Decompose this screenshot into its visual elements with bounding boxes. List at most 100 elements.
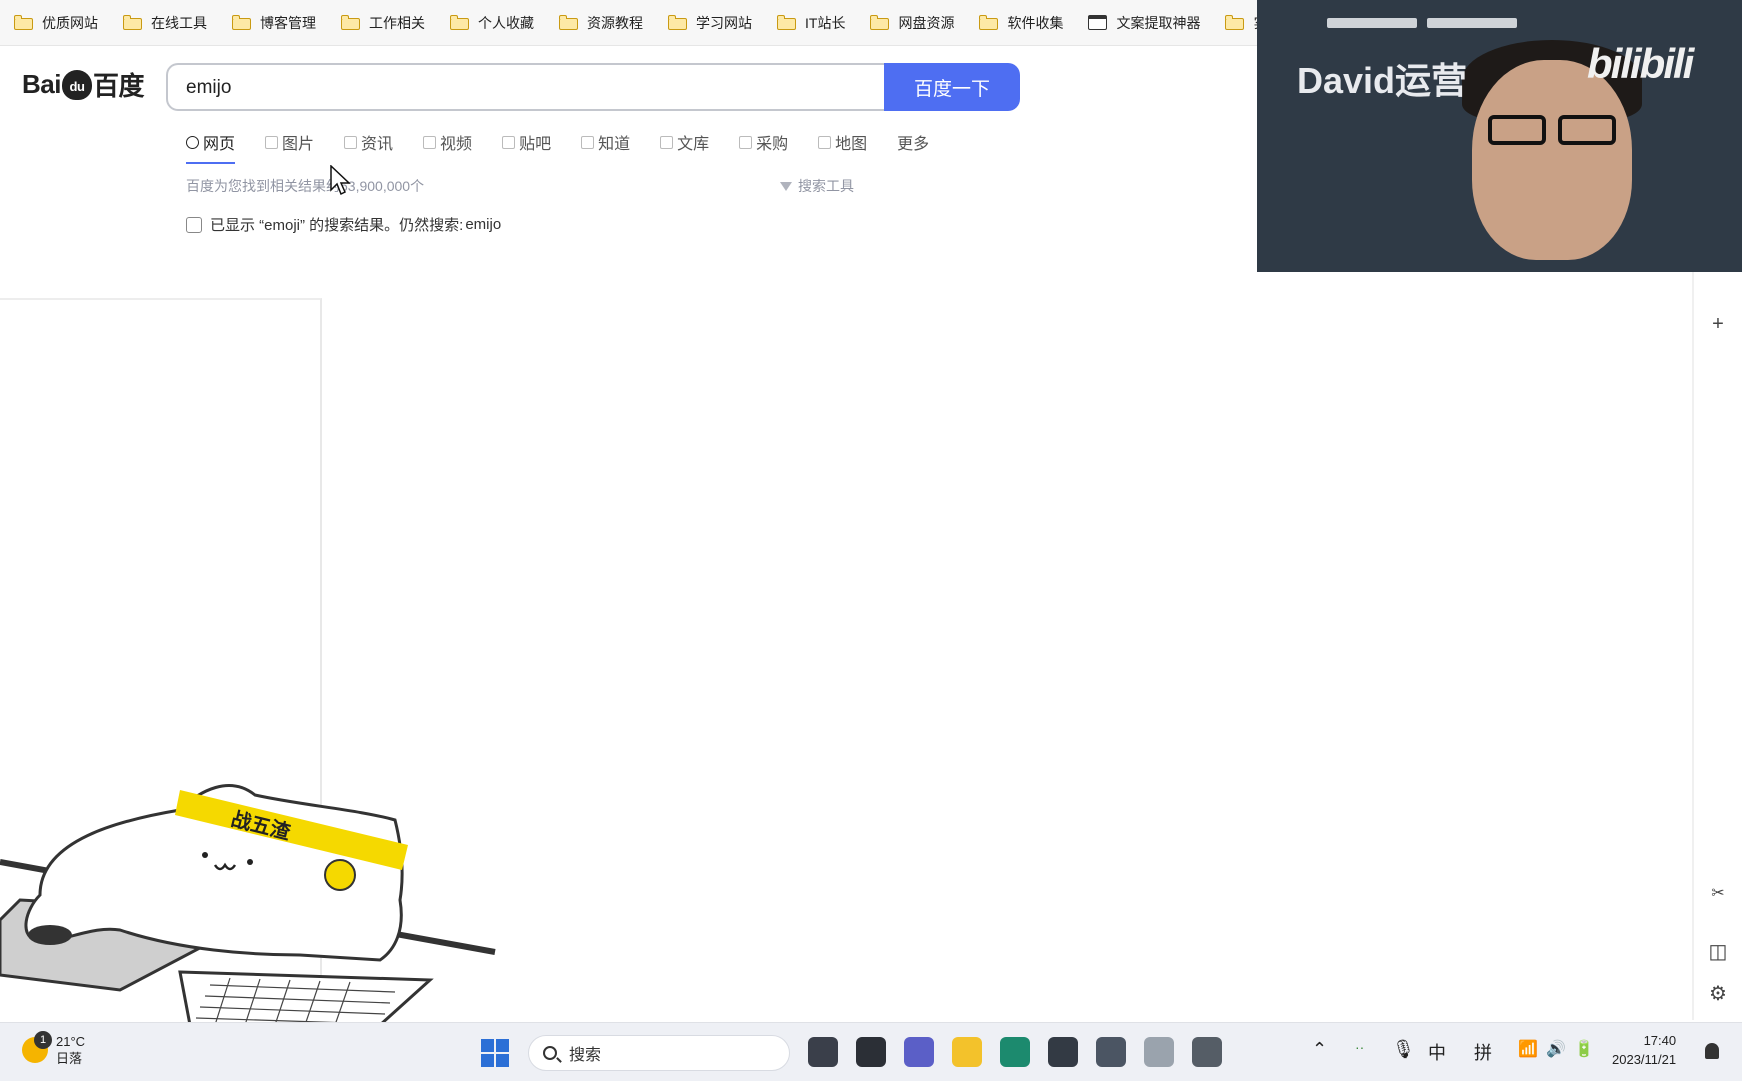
bookmark-label: 个人收藏 (478, 14, 534, 31)
search-box (166, 63, 886, 111)
app-image-icon[interactable] (1144, 1037, 1174, 1067)
bookmark-item[interactable]: 资源教程 (559, 13, 643, 33)
folder-icon (232, 15, 251, 30)
bookmark-item[interactable]: IT站长 (777, 13, 845, 33)
bookmark-item[interactable]: 优质网站 (14, 13, 98, 33)
tab-icon (265, 135, 279, 149)
screenshot-icon[interactable]: ✂ (1708, 884, 1728, 904)
search-button[interactable]: 百度一下 (884, 63, 1020, 111)
system-clock[interactable]: 17:40 2023/11/21 (1612, 1031, 1676, 1069)
app-store-icon[interactable] (1048, 1037, 1078, 1067)
bookmark-item[interactable]: 博客管理 (232, 13, 316, 33)
tab-2[interactable]: 资讯 (344, 126, 393, 158)
weather-sun-icon: 1 (22, 1031, 52, 1063)
app-phone-link-icon[interactable] (1192, 1037, 1222, 1067)
correction-icon (186, 216, 202, 233)
wifi-icon[interactable]: 📶 (1518, 1039, 1538, 1059)
settings-icon[interactable]: ⚙ (1708, 984, 1728, 1004)
add-icon[interactable]: + (1708, 314, 1728, 334)
presenter-face (1472, 60, 1632, 260)
spelling-correction: 已显示 “emoji” 的搜索结果。仍然搜索: emijo (186, 214, 501, 235)
cat-mascot-illustration: 战五渣 (0, 784, 496, 1025)
tab-8[interactable]: 地图 (818, 126, 867, 158)
original-query-link[interactable]: emijo (465, 216, 501, 233)
bookmark-label: IT站长 (805, 14, 846, 31)
folder-icon (1225, 15, 1245, 30)
notification-bell-icon[interactable] (1705, 1043, 1719, 1059)
tab-label: 图片 (282, 136, 315, 153)
split-view-icon[interactable]: ◫ (1708, 942, 1728, 962)
app-teams-icon[interactable] (904, 1037, 934, 1067)
start-button[interactable] (481, 1039, 509, 1067)
tab-icon (186, 135, 199, 149)
tab-icon (818, 135, 832, 149)
temperature: 21°C (56, 1034, 86, 1049)
ime-language[interactable]: 中 (1428, 1039, 1446, 1065)
tab-icon (423, 135, 437, 149)
bookmark-label: 网盘资源 (898, 14, 955, 31)
presenter-glasses (1482, 115, 1622, 145)
background-shelf (1327, 18, 1417, 28)
volume-icon[interactable]: 🔊 (1546, 1039, 1566, 1059)
logo-text-left: Bai (22, 69, 61, 99)
taskbar-search[interactable]: 搜索 (528, 1035, 790, 1071)
app-file-explorer-icon[interactable] (952, 1037, 982, 1067)
streamer-name: David运营 (1297, 60, 1468, 101)
bookmark-item[interactable]: 文案提取神器 (1088, 13, 1200, 33)
weather-text: 日落 (56, 1051, 83, 1066)
bookmark-label: 优质网站 (42, 14, 98, 31)
bookmark-item[interactable]: 在线工具 (123, 13, 207, 33)
folder-icon (14, 15, 33, 30)
bookmark-item[interactable]: 学习网站 (668, 13, 752, 33)
tab-1[interactable]: 图片 (265, 126, 314, 158)
search-tools-label: 搜索工具 (798, 178, 854, 194)
battery-icon[interactable]: 🔋 (1574, 1039, 1594, 1059)
tab-7[interactable]: 采购 (739, 126, 788, 158)
clock-date: 2023/11/21 (1612, 1052, 1677, 1067)
folder-icon (870, 15, 890, 30)
tab-label: 贴吧 (519, 136, 552, 153)
background-shelf (1427, 18, 1517, 28)
microphone-icon[interactable]: 🎙 (1392, 1039, 1415, 1060)
bookmark-item[interactable]: 软件收集 (979, 13, 1063, 33)
search-input[interactable] (168, 65, 868, 111)
tab-9[interactable]: 更多 (897, 126, 929, 158)
taskbar: 1 21°C 日落 搜索 ⌃ ·· 🎙 中 拼 📶 🔊 🔋 17:40 2023… (0, 1022, 1742, 1081)
tab-label: 文库 (677, 136, 710, 153)
clock-time: 17:40 (1643, 1033, 1677, 1048)
filter-icon (780, 181, 792, 191)
folder-icon (559, 15, 578, 30)
result-count: 百度为您找到相关结果约63,900,000个 (186, 178, 425, 194)
app-notepad-icon[interactable] (1096, 1037, 1126, 1067)
search-tabs: 网页 图片 资讯 视频 贴吧 知道 文库 采购 地图 更多 (186, 126, 959, 164)
app-icon (1088, 15, 1108, 30)
ime-indicator-icon[interactable]: ·· (1355, 1039, 1364, 1055)
baidu-logo[interactable]: Bai du 百度 (22, 66, 144, 103)
tab-label: 知道 (598, 136, 631, 153)
app-browser-pre-icon[interactable] (808, 1037, 838, 1067)
tab-4[interactable]: 贴吧 (502, 126, 551, 158)
chevron-up-icon[interactable]: ⌃ (1312, 1039, 1327, 1060)
tab-5[interactable]: 知道 (581, 126, 630, 158)
tab-0[interactable]: 网页 (186, 126, 236, 164)
app-task-view-icon[interactable] (856, 1037, 886, 1067)
folder-icon (123, 15, 142, 30)
folder-icon (668, 15, 687, 30)
bookmark-item[interactable]: 网盘资源 (870, 13, 954, 33)
paw-icon: du (61, 69, 92, 100)
tab-icon (344, 135, 358, 149)
webcam-overlay: David运营 bilibili (1257, 0, 1742, 272)
tab-6[interactable]: 文库 (660, 126, 709, 158)
bookmark-item[interactable]: 工作相关 (341, 13, 425, 33)
folder-icon (341, 15, 360, 30)
app-edge-icon[interactable] (1000, 1037, 1030, 1067)
ime-mode[interactable]: 拼 (1474, 1039, 1492, 1065)
folder-icon (979, 15, 999, 30)
bookmark-item[interactable]: 个人收藏 (450, 13, 534, 33)
tab-3[interactable]: 视频 (423, 126, 472, 158)
bookmark-label: 学习网站 (696, 14, 752, 31)
search-tools-button[interactable]: 搜索工具 (780, 176, 854, 196)
weather-widget[interactable]: 1 21°C 日落 (22, 1031, 86, 1067)
correction-text: 已显示 “emoji” 的搜索结果。仍然搜索: (210, 217, 464, 234)
tab-icon (660, 135, 674, 149)
